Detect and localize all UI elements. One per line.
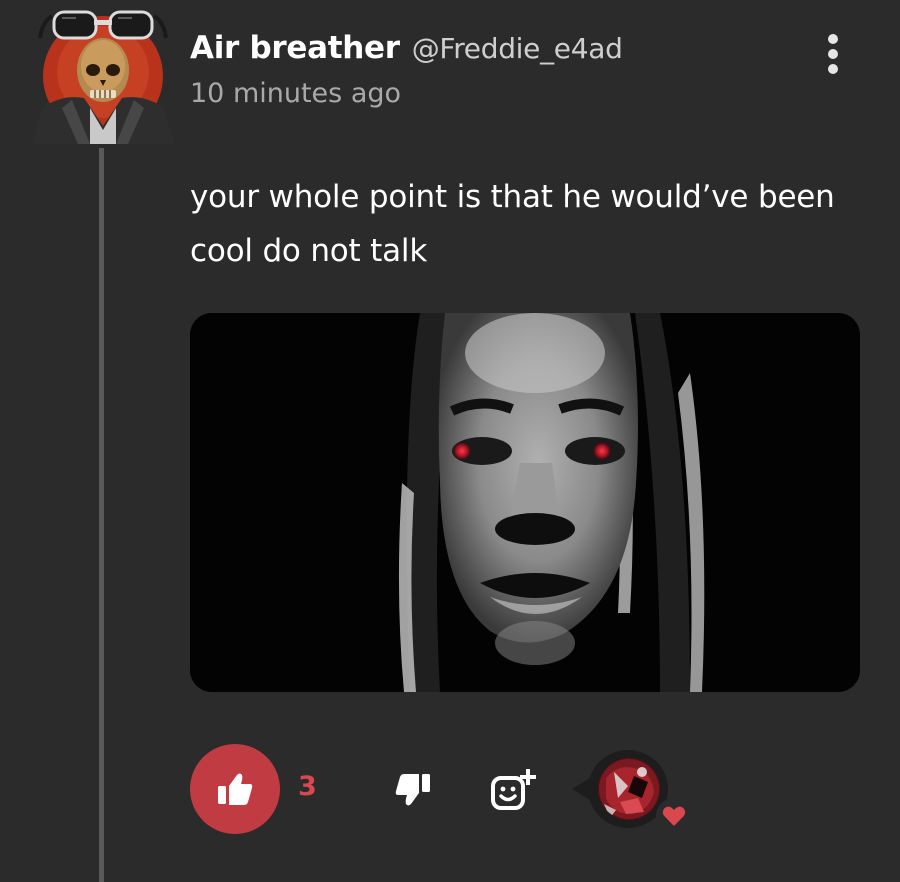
comment-timestamp: 10 minutes ago <box>190 78 402 109</box>
comment-image[interactable] <box>190 313 860 692</box>
reactor-avatar <box>598 758 660 820</box>
like-button[interactable] <box>190 744 280 834</box>
more-vertical-icon-dot <box>828 49 838 59</box>
comment-card: Air breather @Freddie_e4ad 10 minutes ag… <box>0 0 900 882</box>
face-photo-image <box>190 313 860 692</box>
skull-avatar-icon <box>32 10 174 144</box>
dislike-button[interactable] <box>394 772 434 808</box>
comment-header: Air breather @Freddie_e4ad 10 minutes ag… <box>190 30 830 109</box>
thumbs-up-icon <box>218 773 253 805</box>
thumbs-down-icon <box>395 774 430 806</box>
add-reaction-icon <box>491 769 536 810</box>
reactor-badge[interactable] <box>572 750 702 840</box>
add-reaction-button[interactable] <box>490 768 538 812</box>
reactor-avatar-icon <box>598 758 660 820</box>
heart-icon <box>662 806 686 826</box>
author-display-name[interactable]: Air breather <box>190 30 400 66</box>
more-vertical-icon-dot <box>828 64 838 74</box>
like-count: 3 <box>298 771 317 802</box>
comment-text: your whole point is that he would’ve bee… <box>190 179 835 269</box>
more-vertical-icon-dot <box>828 34 838 44</box>
comment-actions: 3 <box>0 744 900 834</box>
author-row: Air breather @Freddie_e4ad <box>190 30 830 66</box>
author-avatar[interactable] <box>32 8 174 144</box>
heart-reaction-badge <box>656 798 692 834</box>
more-options-button[interactable] <box>818 34 848 74</box>
author-handle[interactable]: @Freddie_e4ad <box>412 32 623 65</box>
